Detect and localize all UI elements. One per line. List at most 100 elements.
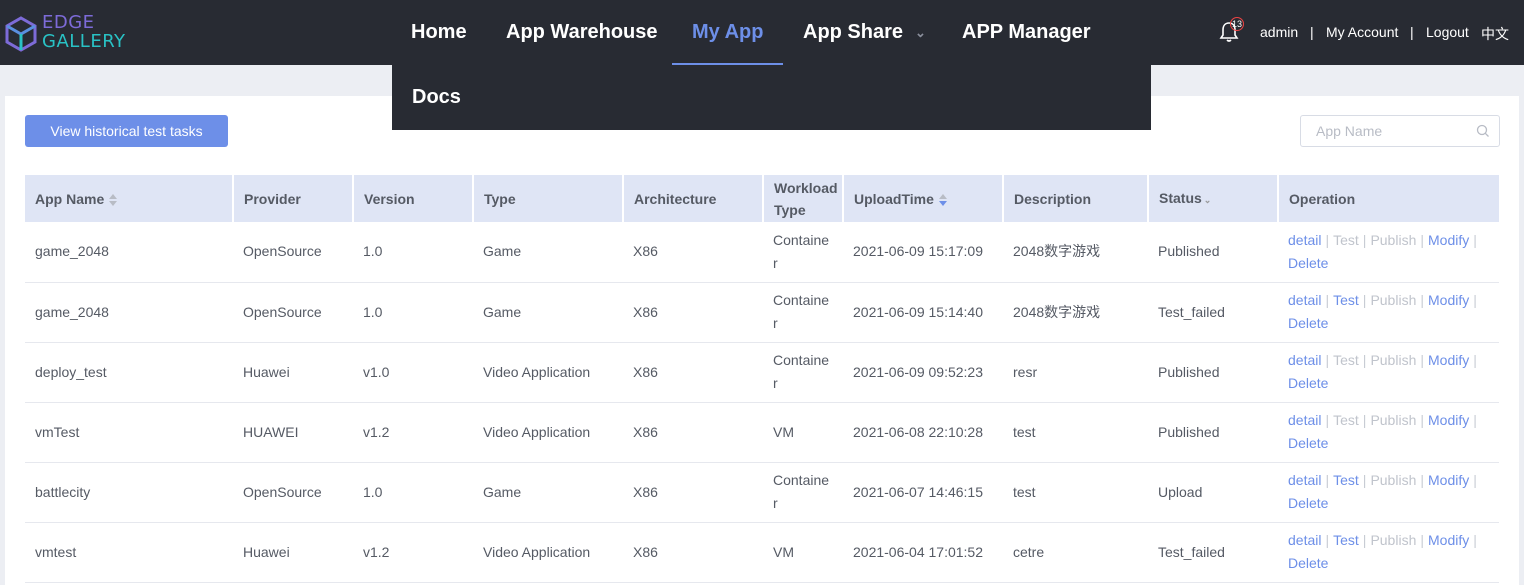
cell-type: Video Application [473, 522, 623, 583]
cell-architecture: X86 [623, 222, 763, 283]
operation-separator: | [1473, 231, 1477, 248]
cell-version: 1.0 [353, 282, 473, 343]
delete-link[interactable]: Delete [1288, 315, 1328, 331]
nav-docs[interactable]: Docs [412, 65, 461, 130]
nav-home[interactable]: Home [411, 0, 467, 65]
cell-status: Published [1148, 222, 1278, 283]
logout-link[interactable]: Logout [1426, 24, 1469, 40]
cell-status: Published [1148, 402, 1278, 463]
operation-separator: | [1473, 412, 1477, 428]
publish-link: Publish [1370, 472, 1417, 488]
sort-icon[interactable] [108, 193, 118, 207]
delete-link[interactable]: Delete [1288, 555, 1328, 571]
language-switch[interactable]: 中文 [1481, 24, 1509, 44]
view-history-button[interactable]: View historical test tasks [25, 115, 228, 147]
sort-icon[interactable] [938, 193, 948, 207]
modify-link[interactable]: Modify [1428, 412, 1469, 428]
cell-status: Test_failed [1148, 522, 1278, 583]
operation-separator: | [1362, 532, 1367, 548]
cell-type: Game [473, 462, 623, 523]
search-icon[interactable] [1476, 124, 1490, 138]
detail-link[interactable]: detail [1288, 532, 1321, 548]
detail-link[interactable]: detail [1288, 232, 1321, 248]
cell-status: Published [1148, 342, 1278, 403]
my-account-link[interactable]: My Account [1326, 24, 1398, 40]
nav-my-app[interactable]: My App [672, 0, 784, 65]
delete-link[interactable]: Delete [1288, 255, 1328, 271]
detail-link[interactable]: detail [1288, 292, 1321, 308]
cell-app-name: game_2048 [25, 282, 233, 343]
cell-app-name: game_2048 [25, 222, 233, 283]
col-workload-type: Workload Type [763, 175, 844, 222]
cell-type: Video Application [473, 342, 623, 403]
operation-separator: | [1362, 412, 1367, 428]
table-row: vmTest HUAWEI v1.2 Video Application X86 VM 20… [25, 402, 1499, 463]
delete-link[interactable]: Delete [1288, 375, 1328, 391]
filter-caret-icon[interactable]: ⌄ [1204, 195, 1212, 205]
test-link: Test [1333, 412, 1359, 428]
operation-separator: | [1362, 352, 1367, 368]
chevron-down-icon: ⌄ [915, 24, 926, 40]
detail-link[interactable]: detail [1288, 352, 1321, 368]
table-body: game_2048 OpenSource 1.0 Game X86 Container 20… [25, 222, 1499, 583]
cell-operation: detail | Test | Publish | Modify |Delete [1278, 402, 1499, 463]
nav-overflow-menu: Docs [392, 65, 1151, 130]
cell-upload-time: 2021-06-04 17:01:52 [843, 522, 1003, 583]
cell-type: Game [473, 282, 623, 343]
modify-link[interactable]: Modify [1428, 532, 1469, 548]
cell-provider: OpenSource [233, 282, 353, 343]
cell-description: 2048数字游戏 [1003, 222, 1148, 283]
operation-separator: | [1325, 352, 1330, 368]
cell-provider: HUAWEI [233, 402, 353, 463]
test-link[interactable]: Test [1333, 532, 1359, 548]
modify-link[interactable]: Modify [1428, 352, 1469, 368]
cell-architecture: X86 [623, 342, 763, 403]
col-app-name[interactable]: App Name [25, 175, 234, 222]
cell-version: 1.0 [353, 222, 473, 283]
col-status[interactable]: Status ⌄ [1148, 175, 1279, 222]
nav-app-warehouse[interactable]: App Warehouse [506, 0, 658, 65]
username-link[interactable]: admin [1260, 24, 1298, 40]
nav-app-manager[interactable]: APP Manager [962, 0, 1091, 65]
cell-architecture: X86 [623, 522, 763, 583]
operation-separator: | [1473, 532, 1477, 548]
cell-operation: detail | Test | Publish | Modify |Delete [1278, 222, 1499, 283]
detail-link[interactable]: detail [1288, 472, 1321, 488]
col-type: Type [473, 175, 624, 222]
cell-operation: detail | Test | Publish | Modify |Delete [1278, 342, 1499, 403]
operation-separator: | [1473, 352, 1477, 368]
test-link[interactable]: Test [1333, 292, 1359, 308]
delete-link[interactable]: Delete [1288, 435, 1328, 451]
modify-link[interactable]: Modify [1428, 472, 1469, 488]
cell-upload-time: 2021-06-07 14:46:15 [843, 462, 1003, 523]
app-table: App Name Provider Version Type Architect… [25, 175, 1499, 583]
operation-separator: | [1325, 231, 1330, 248]
operation-separator: | [1473, 292, 1477, 308]
test-link[interactable]: Test [1333, 472, 1359, 488]
logo-text-gallery: GALLERY [42, 31, 126, 52]
operation-separator: | [1362, 231, 1367, 248]
cell-version: v1.0 [353, 342, 473, 403]
col-upload-time[interactable]: UploadTime [843, 175, 1004, 222]
nav-app-share[interactable]: App Share ⌄ [803, 0, 926, 65]
table-row: vmtest Huawei v1.2 Video Application X86 VM 20… [25, 522, 1499, 583]
top-navbar: EDGE GALLERY Home App Warehouse My App A… [0, 0, 1524, 65]
operation-separator: | [1420, 532, 1424, 548]
detail-link[interactable]: detail [1288, 412, 1321, 428]
header-separator: | [1410, 24, 1414, 40]
edgegallery-logo[interactable]: EDGE GALLERY [4, 13, 144, 53]
cell-upload-time: 2021-06-08 22:10:28 [843, 402, 1003, 463]
modify-link[interactable]: Modify [1428, 292, 1469, 308]
header-separator: | [1310, 24, 1314, 40]
app-name-search-input[interactable] [1301, 116, 1469, 146]
delete-link[interactable]: Delete [1288, 495, 1328, 511]
table-row: game_2048 OpenSource 1.0 Game X86 Container 20… [25, 282, 1499, 343]
operation-separator: | [1362, 292, 1367, 308]
modify-link[interactable]: Modify [1428, 232, 1469, 248]
operation-separator: | [1325, 292, 1330, 308]
cell-description: test [1003, 402, 1148, 463]
cell-architecture: X86 [623, 402, 763, 463]
cell-provider: Huawei [233, 342, 353, 403]
search-box [1300, 115, 1500, 147]
operation-separator: | [1420, 292, 1424, 308]
